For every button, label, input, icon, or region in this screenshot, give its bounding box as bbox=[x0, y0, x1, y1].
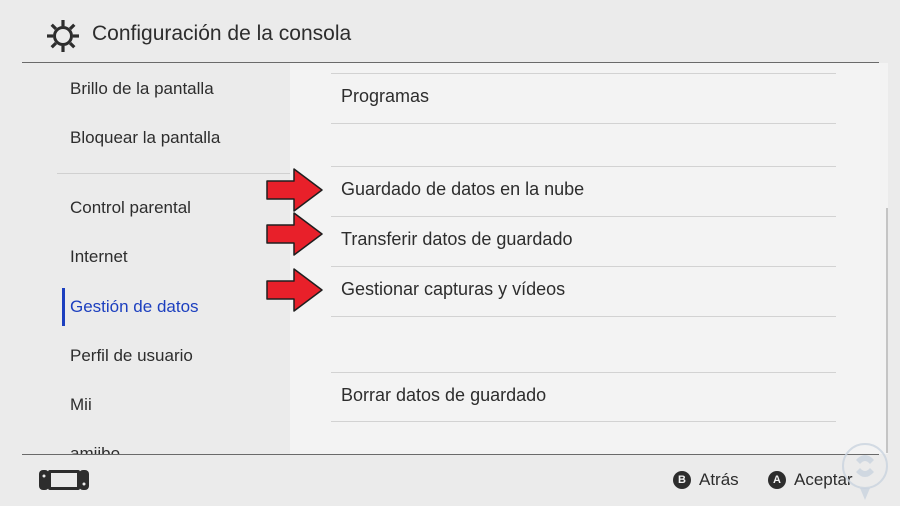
option-label: Transferir datos de guardado bbox=[341, 229, 573, 249]
option-label: Guardado de datos en la nube bbox=[341, 179, 585, 199]
row-divider bbox=[331, 123, 836, 124]
scrollbar[interactable] bbox=[886, 208, 888, 453]
back-label: Atrás bbox=[699, 470, 739, 489]
option-transferir-datos[interactable]: Transferir datos de guardado bbox=[331, 217, 836, 266]
option-label: Gestionar capturas y vídeos bbox=[341, 279, 566, 299]
header: Configuración de la consola bbox=[0, 0, 900, 62]
option-programas[interactable]: Programas bbox=[331, 74, 836, 123]
sidebar-item-amiibo[interactable]: amiibo bbox=[70, 442, 120, 454]
sidebar-item-internet[interactable]: Internet bbox=[70, 245, 128, 269]
a-button-icon: A bbox=[768, 471, 786, 489]
sidebar-item-control-parental[interactable]: Control parental bbox=[70, 196, 191, 220]
main-panel: Programas Guardado de datos en la nube T… bbox=[290, 63, 888, 454]
footer: B Atrás A Aceptar bbox=[0, 455, 900, 506]
back-button[interactable]: B Atrás bbox=[673, 469, 739, 491]
active-indicator bbox=[62, 288, 65, 326]
sidebar-item-bloquear[interactable]: Bloquear la pantalla bbox=[70, 126, 220, 150]
b-button-icon: B bbox=[673, 471, 691, 489]
console-icon bbox=[39, 470, 89, 490]
row-divider bbox=[331, 421, 836, 422]
red-arrow-icon bbox=[266, 268, 323, 312]
option-gestionar-capturas[interactable]: Gestionar capturas y vídeos bbox=[331, 267, 836, 316]
row-divider bbox=[331, 316, 836, 317]
option-label: Programas bbox=[341, 86, 430, 106]
option-borrar-datos[interactable]: Borrar datos de guardado bbox=[331, 373, 836, 422]
sidebar: Brillo de la pantalla Bloquear la pantal… bbox=[22, 63, 290, 454]
sidebar-item-perfil[interactable]: Perfil de usuario bbox=[70, 344, 193, 368]
gear-icon bbox=[47, 20, 79, 52]
sidebar-item-gestion-datos[interactable]: Gestión de datos bbox=[70, 295, 199, 319]
watermark-logo-icon bbox=[842, 443, 888, 500]
sidebar-divider bbox=[57, 173, 290, 174]
sidebar-item-mii[interactable]: Mii bbox=[70, 393, 92, 417]
red-arrow-icon bbox=[266, 168, 323, 212]
sidebar-item-brillo[interactable]: Brillo de la pantalla bbox=[70, 77, 214, 101]
option-guardado-nube[interactable]: Guardado de datos en la nube bbox=[331, 167, 836, 216]
page-title: Configuración de la consola bbox=[92, 22, 352, 45]
red-arrow-icon bbox=[266, 212, 323, 256]
option-label: Borrar datos de guardado bbox=[341, 385, 547, 405]
